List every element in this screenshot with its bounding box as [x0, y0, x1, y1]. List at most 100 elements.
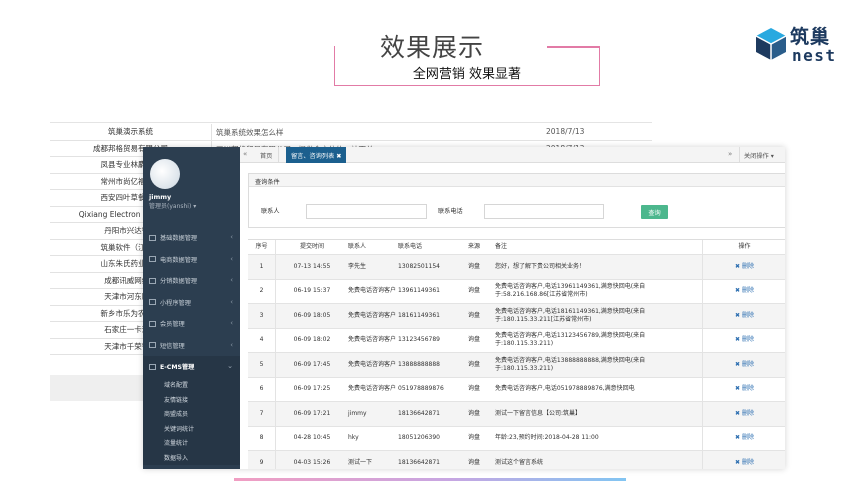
- menu-icon: [149, 342, 156, 349]
- cell-note: 测试这个留言系统: [495, 458, 544, 466]
- cell-source: 询盘: [467, 409, 480, 417]
- cell-phone: 18161149361: [398, 311, 440, 319]
- sidebar-item[interactable]: 小程序管理 ‹: [143, 292, 240, 314]
- cell-op: ✖ 删除: [702, 328, 785, 352]
- table-row: 8 04-28 10:45 hky 18051206390 询盘 年龄:23,预约时间:2…: [248, 426, 785, 451]
- cell-phone: 18136642871: [398, 458, 440, 466]
- cell-time: 06-19 15:37: [293, 287, 331, 295]
- cell-note: 测试一下留言信息【公司:筑巢】: [495, 409, 582, 417]
- cell-time: 04-28 10:45: [293, 434, 331, 442]
- cell-op: ✖ 删除: [702, 255, 785, 279]
- cell-op: ✖ 删除: [702, 402, 785, 426]
- tab-message-list[interactable]: 留言、咨询列表 ✖: [286, 147, 347, 163]
- user-role-dropdown[interactable]: 管理员(yanshi) ▾: [149, 201, 196, 210]
- header-note: 备注: [495, 243, 508, 250]
- contact-input[interactable]: [306, 204, 427, 219]
- sidebar-item-label: 分销数据管理: [160, 278, 198, 286]
- sidebar-item[interactable]: 分销数据管理 ‹: [143, 270, 240, 292]
- sidebar-item-label: E-CMS管理: [160, 364, 195, 372]
- cell-seq: 6: [248, 377, 276, 401]
- delete-button[interactable]: ✖ 删除: [735, 263, 754, 271]
- delete-label: 删除: [742, 360, 755, 368]
- delete-button[interactable]: ✖ 删除: [735, 287, 754, 295]
- menu-icon: [149, 256, 156, 263]
- cell-note: 免费电话咨询客户,电话13123456789,满意快回电(来自于:180.115…: [495, 332, 646, 348]
- close-operations-menu[interactable]: 关闭操作 ▾: [739, 147, 778, 163]
- menu-icon: [149, 320, 156, 327]
- chevron-left-icon: ‹: [230, 233, 233, 241]
- sidebar-item-label: 电商数据管理: [160, 256, 198, 264]
- delete-button[interactable]: ✖ 删除: [735, 459, 754, 467]
- submenu-item[interactable]: 商盟成员: [143, 407, 240, 422]
- cell-op: ✖ 删除: [702, 353, 785, 377]
- delete-label: 删除: [742, 409, 755, 417]
- bottom-gradient-strip: [234, 478, 626, 481]
- cell-note: 免费电话咨询客户,电话051978889876,满意快回电: [495, 385, 635, 393]
- message-table: 序号 提交时间 联系人 联系电话 来源 备注 操作 1 07-13 14:55 李先…: [248, 239, 785, 469]
- brand-logo: 筑巢 nest: [754, 22, 850, 68]
- cell-time: 06-09 17:45: [293, 360, 331, 368]
- submenu-item[interactable]: 域名配置: [143, 378, 240, 393]
- header-phone: 联系电话: [398, 243, 423, 250]
- cell-source: 询盘: [467, 336, 480, 344]
- cell-op: ✖ 删除: [702, 426, 785, 450]
- submenu-item[interactable]: 关键词统计: [143, 421, 240, 436]
- delete-label: 删除: [742, 336, 755, 344]
- sidebar-item-ecms[interactable]: E-CMS管理 ⌄: [143, 356, 240, 378]
- header-time: 提交时间: [299, 243, 324, 250]
- tab-scroll-right-icon[interactable]: »: [728, 150, 732, 158]
- delete-label: 删除: [742, 434, 755, 442]
- submenu-item[interactable]: 流量统计: [143, 436, 240, 451]
- phone-input[interactable]: [484, 204, 604, 219]
- cell-time: 06-09 18:05: [293, 311, 331, 319]
- cube-logo-icon: [755, 28, 787, 60]
- close-icon: ✖: [734, 458, 740, 466]
- table-header: 序号 提交时间 联系人 联系电话 来源 备注 操作: [248, 240, 785, 255]
- delete-label: 删除: [742, 287, 755, 295]
- sidebar-item-label: 会员管理: [160, 321, 185, 329]
- slide: 效果展示 全网营销 效果显著 筑巢 nest 筑巢演示系统 筑巢系统效果怎么样 20…: [0, 0, 860, 484]
- delete-label: 删除: [742, 458, 755, 466]
- submenu-item[interactable]: 友情链接: [143, 392, 240, 407]
- table-row: 1 07-13 14:55 李先生 13082501154 询盘 您好，想了解下贵公司相关…: [248, 255, 785, 280]
- table-row: 3 06-09 18:05 免费电话咨询客户 18161149361 询盘 免费电话咨询客…: [248, 304, 785, 329]
- sidebar-item[interactable]: 会员管理 ‹: [143, 313, 240, 335]
- query-button[interactable]: 查询: [641, 205, 668, 219]
- header-name: 联系人: [348, 243, 367, 250]
- cell-phone: 13123456789: [398, 336, 440, 344]
- cell-op: ✖ 删除: [702, 451, 785, 469]
- edit-icon: [149, 363, 156, 370]
- delete-button[interactable]: ✖ 删除: [735, 336, 754, 344]
- cell-name: 免费电话咨询客户: [348, 385, 397, 393]
- cell-phone: 18051206390: [398, 434, 440, 442]
- delete-button[interactable]: ✖ 删除: [735, 312, 754, 320]
- logo-text-en: nest: [792, 46, 837, 65]
- cell-seq: 5: [248, 353, 276, 377]
- tab-scroll-left-icon[interactable]: «: [243, 150, 247, 158]
- cell-time: 06-09 18:02: [293, 336, 331, 344]
- cell-note: 免费电话咨询客户,电话18161149361,满意快回电(来自于:180.115…: [495, 307, 646, 323]
- close-icon: ✖: [734, 409, 740, 417]
- cell-source: 询盘: [467, 360, 480, 368]
- header-seq: 序号: [248, 240, 276, 254]
- sidebar: jimmy 管理员(yanshi) ▾ 基础数据管理 ‹ 电商数据管理 ‹ 分销数据管理…: [143, 147, 240, 469]
- query-heading: 查询条件: [249, 174, 785, 187]
- tab-home[interactable]: 首页: [254, 147, 280, 163]
- avatar[interactable]: [150, 159, 180, 189]
- cell-phone: 13082501154: [398, 262, 440, 270]
- cell-time: 06-09 17:21: [293, 409, 331, 417]
- delete-button[interactable]: ✖ 删除: [735, 361, 754, 369]
- sidebar-item[interactable]: 电商数据管理 ‹: [143, 249, 240, 271]
- close-icon: ✖: [734, 385, 740, 393]
- delete-button[interactable]: ✖ 删除: [735, 434, 754, 442]
- cell-time: 06-09 17:25: [293, 385, 331, 393]
- cell-source: 询盘: [467, 458, 480, 466]
- table-row: 6 06-09 17:25 免费电话咨询客户 051978889876 询盘 免费电话咨询…: [248, 377, 785, 402]
- header-op: 操作: [702, 240, 785, 254]
- sidebar-item[interactable]: 基础数据管理 ‹: [143, 227, 240, 249]
- cell-op: ✖ 删除: [702, 279, 785, 303]
- delete-button[interactable]: ✖ 删除: [735, 385, 754, 393]
- sidebar-item[interactable]: 短信管理 ‹: [143, 335, 240, 357]
- submenu-item[interactable]: 数据导入: [143, 450, 240, 465]
- delete-button[interactable]: ✖ 删除: [735, 410, 754, 418]
